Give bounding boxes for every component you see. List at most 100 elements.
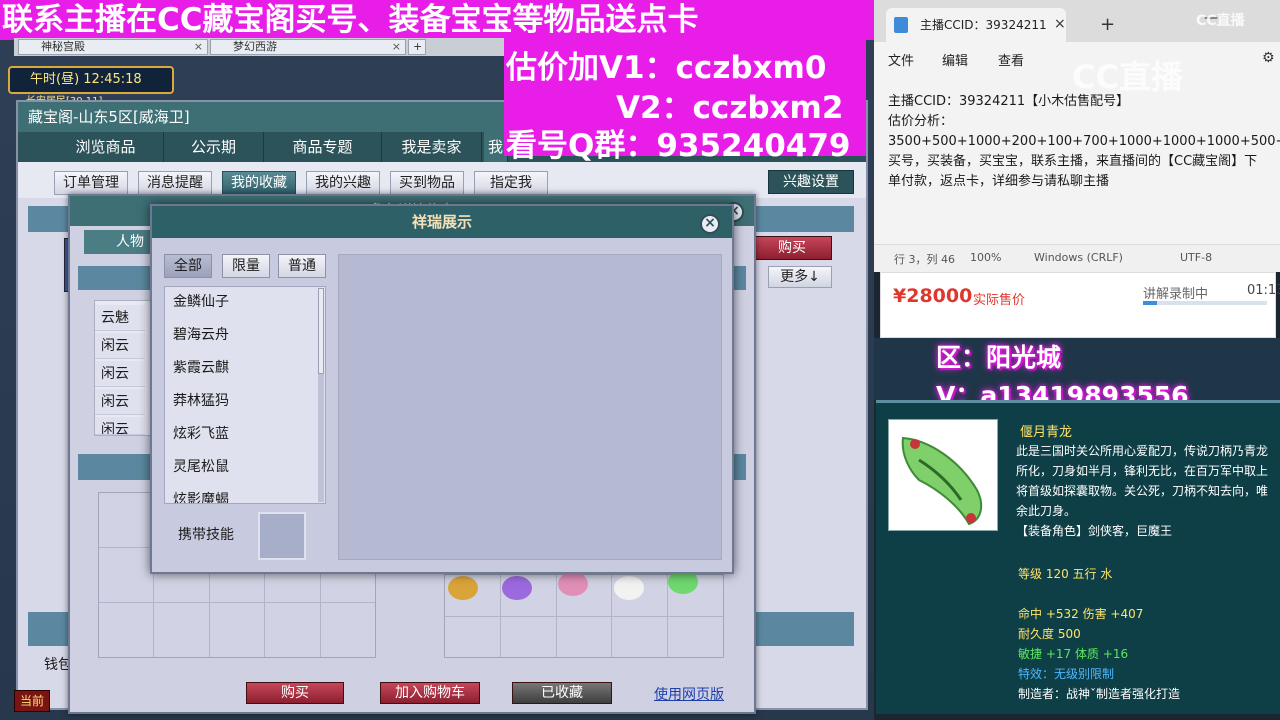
mount-list: 金鳞仙子 碧海云舟 紫霞云麒 莽林猛犸 炫彩飞蓝 灵尾松鼠 炫影魔蝎 [164, 286, 326, 504]
text-line: 买号，买装备，买宝宝，联系主播，来直播间的【CC藏宝阁】下单付款，返点卡，详细参… [888, 154, 1258, 189]
server-zone: 区：阳光城 [936, 343, 1062, 372]
notepad-icon [894, 17, 908, 33]
item-image [888, 419, 998, 531]
list-item[interactable]: 莽林猛犸 [165, 386, 325, 419]
inventory-slot[interactable] [99, 603, 154, 657]
item-name: 偃月青龙 [1020, 425, 1073, 440]
favorited-button[interactable]: 已收藏 [512, 682, 612, 704]
add-to-cart-button[interactable]: 加入购物车 [380, 682, 480, 704]
subnav-designated[interactable]: 指定我 [474, 171, 548, 195]
more-button[interactable]: 更多↓ [768, 266, 832, 288]
menu-file[interactable]: 文件 [888, 50, 914, 69]
filter-all[interactable]: 全部 [164, 254, 212, 278]
menu-edit[interactable]: 编辑 [942, 50, 968, 69]
inventory-slot[interactable] [99, 493, 154, 547]
pet-icon[interactable] [448, 576, 478, 600]
close-icon[interactable]: × [700, 214, 720, 234]
recording-label: 讲解录制中 [1143, 287, 1209, 302]
new-tab-icon[interactable]: + [1100, 14, 1115, 35]
item-hit-damage: 命中 +532 伤害 +407 [1018, 607, 1144, 621]
side-tab-3[interactable]: 闲云 [95, 361, 145, 387]
auspicious-showcase-dialog: 祥瑞展示 × 全部 限量 普通 金鳞仙子 碧海云舟 紫霞云麒 莽林猛犸 炫彩飞蓝… [150, 204, 734, 574]
notepad-tab[interactable]: 主播CCID：39324211 [886, 8, 1066, 42]
item-effect: 特效：无级别限制 [1018, 667, 1115, 681]
blade-icon [901, 436, 983, 526]
side-tab-2[interactable]: 闲云 [95, 333, 145, 359]
inventory-slot[interactable] [265, 603, 320, 657]
notepad-status-bar: 行 3，列 46 100% Windows (CRLF) UTF-8 [874, 244, 1280, 272]
list-item[interactable]: 灵尾松鼠 [165, 452, 325, 485]
filter-limited[interactable]: 限量 [222, 254, 270, 278]
recording-progress-fill [1143, 301, 1157, 305]
item-roles: 【装备角色】剑侠客，巨魔王 [1016, 524, 1173, 538]
tab-browse[interactable]: 浏览商品 [48, 132, 164, 162]
side-tab-4[interactable]: 闲云 [95, 389, 145, 415]
list-item[interactable]: 炫影魔蝎 [165, 485, 325, 503]
inventory-slot[interactable] [154, 603, 209, 657]
item-level: 等级 120 五行 水 [1018, 567, 1113, 581]
item-lore: 此是三国时关公所用心爱配刀，传说刀柄乃青龙所化，刀身如半月，锋利无比，在百万军中… [1016, 444, 1269, 518]
buy-side-button[interactable]: 购买 [752, 236, 832, 260]
tab-topics[interactable]: 商品专题 [264, 132, 382, 162]
price-line-3: 看号Q群：935240479 [506, 128, 851, 164]
cursor-position: 行 3，列 46 [894, 253, 955, 266]
web-version-link[interactable]: 使用网页版 [654, 684, 724, 704]
inventory-slot[interactable] [445, 616, 500, 657]
pet-icon[interactable] [558, 572, 588, 596]
item-description: 此是三国时关公所用心爱配刀，传说刀柄乃青龙所化，刀身如半月，锋利无比，在百万军中… [1016, 441, 1272, 541]
inventory-slot[interactable] [556, 616, 612, 657]
line-ending: Windows (CRLF) [1034, 251, 1123, 264]
skill-slot[interactable] [258, 512, 306, 560]
showcase-title: 祥瑞展示 [152, 206, 732, 238]
buy-button[interactable]: 购买 [246, 682, 344, 704]
inventory-slot[interactable] [612, 616, 668, 657]
subnav-purchased[interactable]: 买到物品 [390, 171, 464, 195]
inventory-slot[interactable] [99, 548, 154, 602]
side-tab-1[interactable]: 云魅 [95, 305, 145, 331]
scrollbar-thumb[interactable] [318, 288, 324, 374]
pet-icon[interactable] [502, 576, 532, 600]
game-tab-1[interactable]: 神秘宫殿 × [18, 39, 208, 55]
game-tab-strip: 神秘宫殿 × 梦幻西游 × + [14, 38, 504, 56]
actual-price: ¥28000 [893, 285, 973, 307]
inventory-slot[interactable] [500, 616, 556, 657]
text-line: 估价分析： [888, 114, 954, 129]
inventory-slot[interactable] [320, 603, 375, 657]
carry-skill-label: 携带技能 [178, 527, 234, 543]
close-icon[interactable]: × [1054, 16, 1066, 32]
game-tab-2[interactable]: 梦幻西游 × [210, 39, 406, 55]
subnav-interests[interactable]: 我的兴趣 [306, 171, 380, 195]
side-tab-5[interactable]: 闲云 [95, 417, 145, 435]
filter-normal[interactable]: 普通 [278, 254, 326, 278]
item-detail-card: 偃月青龙 此是三国时关公所用心爱配刀，传说刀柄乃青龙所化，刀身如半月，锋利无比，… [876, 400, 1280, 714]
actual-price-caption: 实际售价 [973, 293, 1026, 308]
tab-public[interactable]: 公示期 [164, 132, 264, 162]
notepad-window: 主播CCID：39324211 × + — 文件 编辑 查看 ⚙ 主播CCID：… [874, 0, 1280, 272]
subnav-favorites[interactable]: 我的收藏 [222, 171, 296, 195]
game-clock: 午时(昼) 12:45:18 [8, 66, 174, 94]
price-strip: ¥28000 实际售价 讲解录制中 01:13 [880, 272, 1280, 338]
list-item[interactable]: 金鳞仙子 [165, 287, 325, 320]
subnav-messages[interactable]: 消息提醒 [138, 171, 212, 195]
item-bonus-stats: 敏捷 +17 体质 +16 [1018, 647, 1129, 661]
inventory-slot[interactable] [209, 603, 265, 657]
close-icon[interactable]: × [392, 40, 401, 54]
menu-view[interactable]: 查看 [998, 50, 1024, 69]
list-item[interactable]: 炫彩飞蓝 [165, 419, 325, 452]
server-promo: 区：阳光城 V：a13419893556 [874, 338, 1280, 410]
tab-seller[interactable]: 我是卖家 [382, 132, 482, 162]
pet-icon[interactable] [614, 576, 644, 600]
encoding: UTF-8 [1180, 251, 1213, 264]
list-item[interactable]: 碧海云舟 [165, 320, 325, 353]
close-icon[interactable]: × [194, 40, 203, 54]
current-channel-badge[interactable]: 当前 [14, 690, 50, 712]
list-item[interactable]: 紫霞云麒 [165, 353, 325, 386]
recording-progress-track [1143, 301, 1267, 305]
inventory-slot[interactable] [668, 616, 723, 657]
interest-settings-button[interactable]: 兴趣设置 [768, 170, 854, 194]
mount-preview [338, 254, 722, 560]
new-tab-button[interactable]: + [408, 39, 426, 55]
subnav-orders[interactable]: 订单管理 [54, 171, 128, 195]
gear-icon[interactable]: ⚙ [1262, 50, 1275, 66]
notepad-text-area[interactable]: 主播CCID：39324211【小木估售配号】 估价分析： 3500+500+1… [888, 92, 1280, 192]
